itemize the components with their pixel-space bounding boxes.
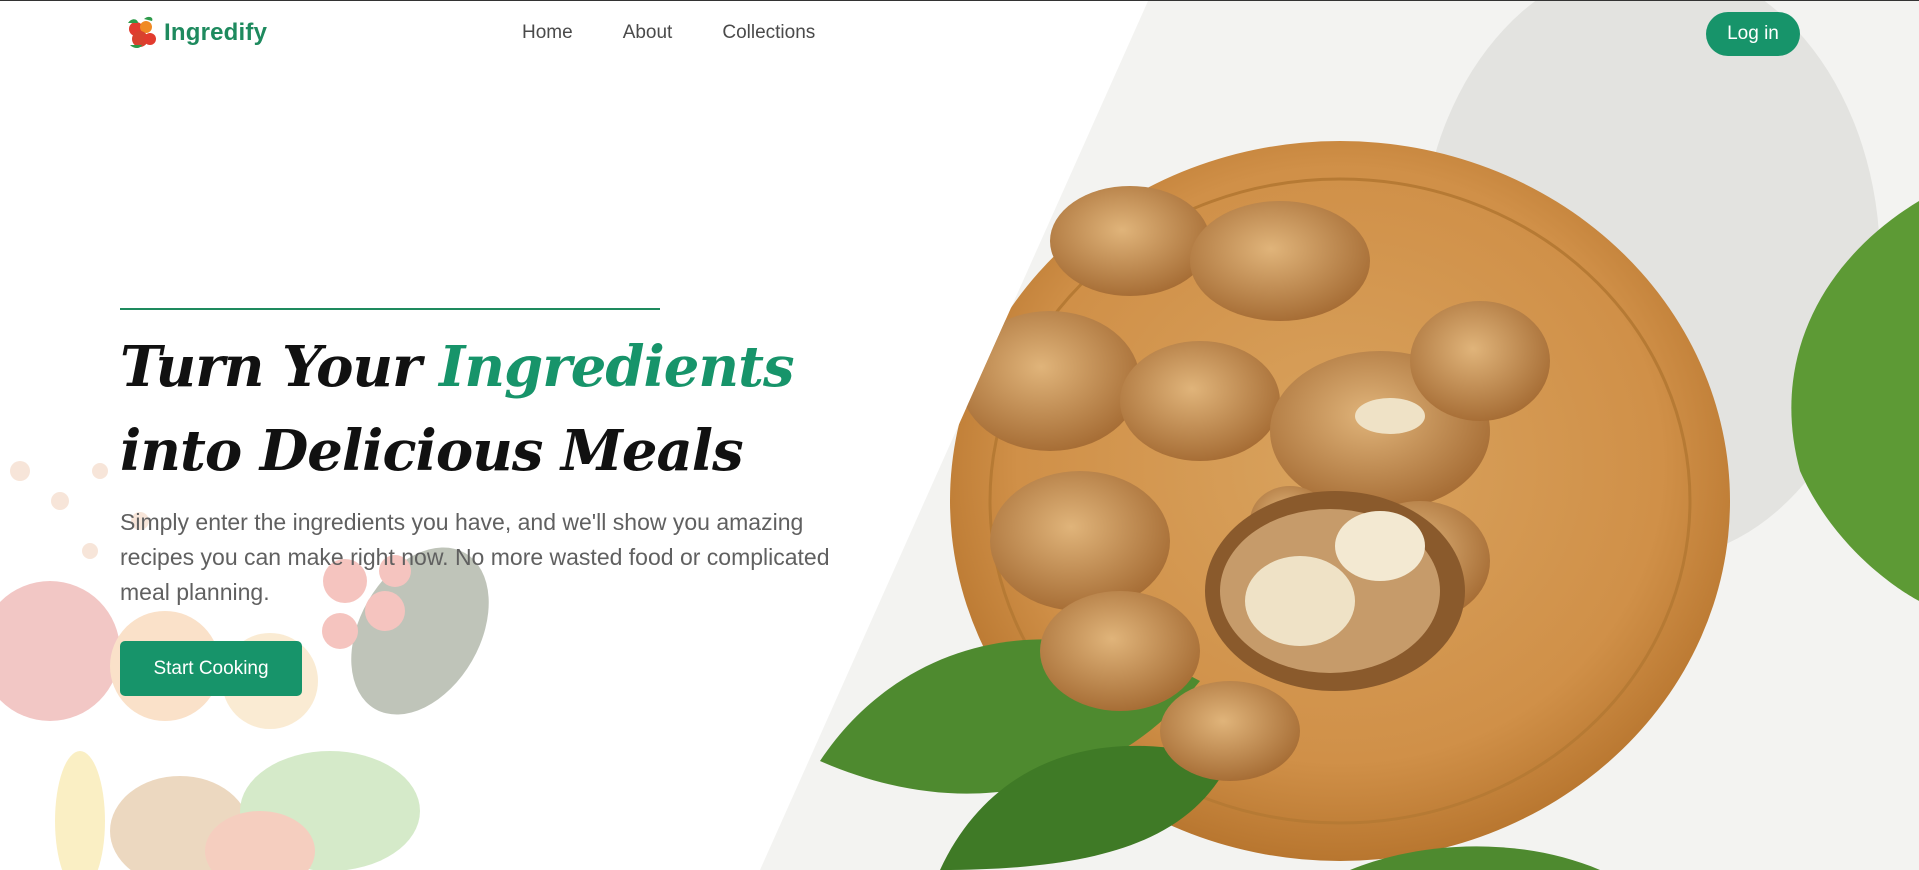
nav-item-home[interactable]: Home bbox=[522, 22, 573, 44]
main-nav: Home About Collections bbox=[522, 22, 815, 44]
login-button[interactable]: Log in bbox=[1706, 12, 1800, 56]
hero-subtext: Simply enter the ingredients you have, a… bbox=[120, 509, 830, 605]
headline-part-1: Turn Your bbox=[120, 334, 440, 400]
hero-headline: Turn Your Ingredients into Delicious Mea… bbox=[120, 325, 880, 493]
headline-part-2: into Delicious Meals bbox=[120, 418, 744, 484]
vegetable-logo-icon bbox=[124, 15, 160, 51]
site-header: Ingredify Home About Collections Log in bbox=[0, 1, 1919, 67]
nav-item-collections[interactable]: Collections bbox=[722, 22, 815, 44]
headline-divider bbox=[120, 308, 660, 310]
start-cooking-button[interactable]: Start Cooking bbox=[120, 641, 302, 696]
brand-logo[interactable]: Ingredify bbox=[124, 15, 267, 51]
nav-item-about[interactable]: About bbox=[623, 22, 673, 44]
headline-highlight: Ingredients bbox=[439, 334, 794, 400]
brand-name: Ingredify bbox=[164, 19, 268, 46]
